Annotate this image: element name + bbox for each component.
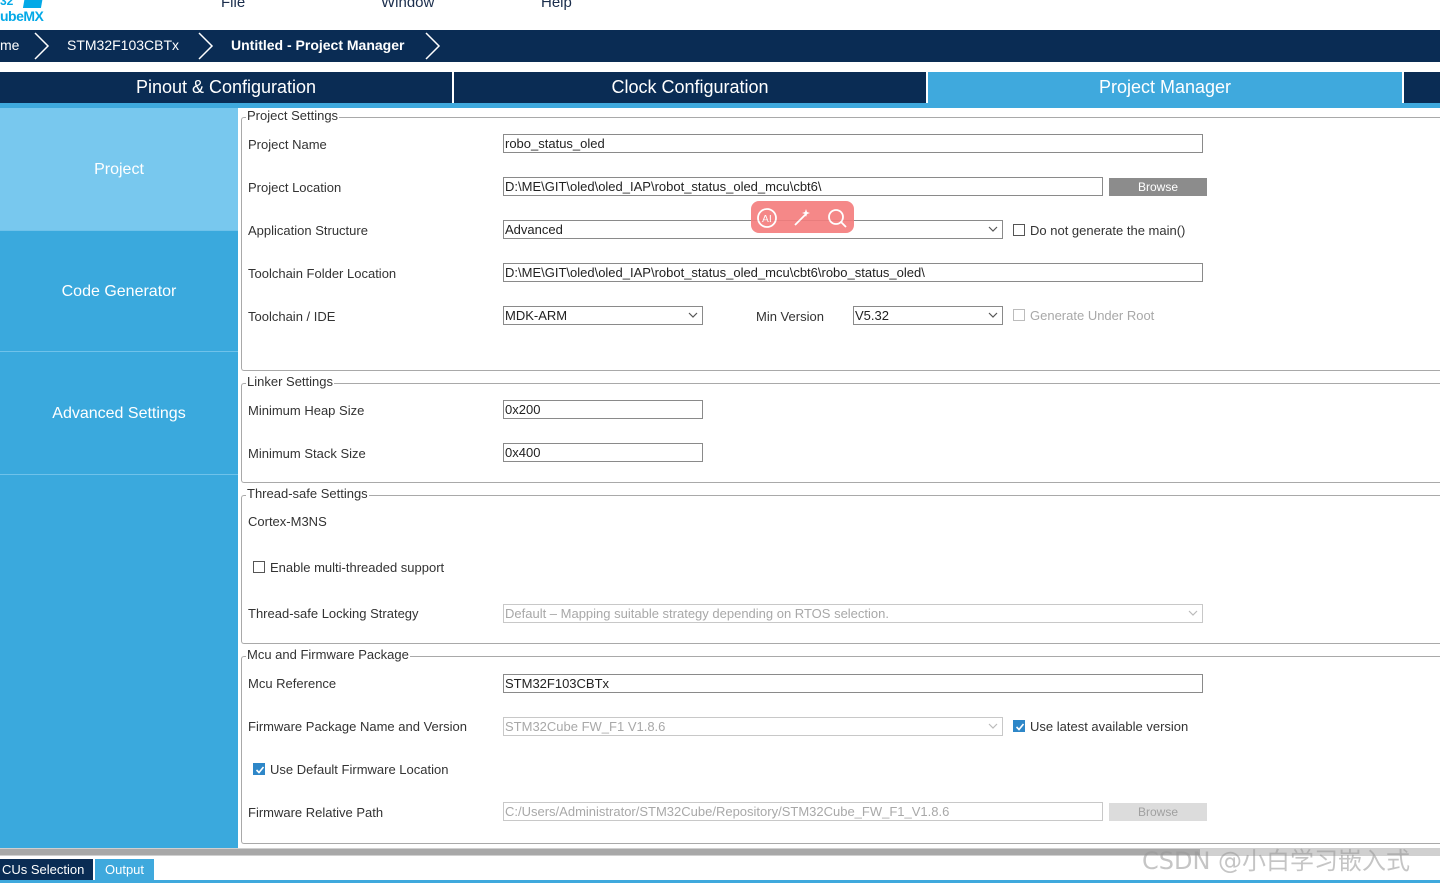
magic-wand-icon[interactable]: [791, 207, 813, 229]
project-name-input[interactable]: robo_status_oled: [503, 134, 1203, 153]
chevron-right-icon: [425, 32, 441, 60]
chevron-right-icon: [198, 32, 214, 60]
group-title: Linker Settings: [246, 374, 334, 389]
breadcrumb-current[interactable]: Untitled - Project Manager: [231, 30, 404, 62]
stm32cubemx-logo: 32 ubeMX: [0, 0, 46, 28]
use-latest-label: Use latest available version: [1030, 719, 1189, 734]
generate-under-root-label: Generate Under Root: [1030, 308, 1155, 323]
stack-size-input[interactable]: 0x400: [503, 443, 703, 462]
firmware-package-select[interactable]: STM32Cube FW_F1 V1.8.6: [503, 717, 1003, 736]
watermark: CSDN @小白学习嵌入式: [1142, 847, 1411, 875]
core-label: Cortex-M3NS: [248, 514, 327, 529]
browse-location-button[interactable]: Browse: [1109, 178, 1207, 196]
menu-window[interactable]: Window: [381, 0, 434, 11]
project-location-label: Project Location: [248, 180, 342, 195]
no-main-checkbox[interactable]: [1013, 224, 1025, 236]
project-settings-group: Project Settings: [241, 108, 1440, 371]
use-default-location-checkbox[interactable]: [253, 763, 265, 775]
checkmark-icon: [255, 766, 265, 774]
project-name-label: Project Name: [248, 137, 327, 152]
menu-help[interactable]: Help: [541, 0, 572, 11]
ai-icon[interactable]: AI: [756, 207, 778, 229]
app-structure-value: Advanced: [505, 222, 563, 237]
chevron-down-icon: [988, 312, 998, 318]
min-version-value: V5.32: [855, 308, 889, 323]
search-icon[interactable]: [826, 207, 848, 229]
breadcrumb: me STM32F103CBTx Untitled - Project Mana…: [0, 30, 1440, 62]
sidebar: Project Code Generator Advanced Settings: [0, 108, 238, 848]
sidebar-item-project[interactable]: Project: [0, 108, 238, 231]
min-version-select[interactable]: V5.32: [853, 306, 1003, 325]
firmware-package-value: STM32Cube FW_F1 V1.8.6: [505, 719, 666, 734]
scrollbar-thumb[interactable]: [0, 849, 1200, 855]
generate-under-root-checkbox[interactable]: [1013, 309, 1025, 321]
chevron-right-icon: [34, 32, 50, 60]
breadcrumb-home[interactable]: me: [0, 30, 19, 62]
chevron-down-icon: [988, 723, 998, 729]
multi-thread-checkbox[interactable]: [253, 561, 265, 573]
group-title: Project Settings: [246, 108, 340, 123]
app-structure-label: Application Structure: [248, 223, 368, 238]
toolchain-folder-input[interactable]: D:\ME\GIT\oled\oled_IAP\robot_status_ole…: [503, 263, 1203, 282]
project-location-input[interactable]: D:\ME\GIT\oled\oled_IAP\robot_status_ole…: [503, 177, 1103, 196]
linker-settings-group: Linker Settings: [241, 374, 1440, 483]
min-version-label: Min Version: [756, 309, 824, 324]
checkmark-icon: [1015, 723, 1025, 731]
locking-strategy-label: Thread-safe Locking Strategy: [248, 606, 419, 621]
sidebar-item-advanced-settings[interactable]: Advanced Settings: [0, 352, 238, 475]
tab-project-manager[interactable]: Project Manager: [928, 72, 1402, 103]
heap-size-input[interactable]: 0x200: [503, 400, 703, 419]
cube-icon: [22, 0, 44, 8]
locking-strategy-select[interactable]: Default – Mapping suitable strategy depe…: [503, 604, 1203, 623]
firmware-package-label: Firmware Package Name and Version: [248, 719, 467, 734]
menu-file[interactable]: File: [221, 0, 245, 11]
toolchain-ide-select[interactable]: MDK-ARM: [503, 306, 703, 325]
menu-bar: 32 ubeMX File Window Help: [0, 0, 1440, 30]
toolchain-ide-label: Toolchain / IDE: [248, 309, 336, 324]
mcu-reference-label: Mcu Reference: [248, 676, 337, 691]
relative-path-input[interactable]: C:/Users/Administrator/STM32Cube/Reposit…: [503, 802, 1103, 821]
locking-strategy-value: Default – Mapping suitable strategy depe…: [505, 606, 889, 621]
chevron-down-icon: [1188, 610, 1198, 616]
stack-size-label: Minimum Stack Size: [248, 446, 366, 461]
chevron-down-icon: [688, 312, 698, 318]
toolchain-folder-label: Toolchain Folder Location: [248, 266, 397, 281]
relative-path-label: Firmware Relative Path: [248, 805, 384, 820]
use-default-location-label: Use Default Firmware Location: [270, 762, 449, 777]
heap-size-label: Minimum Heap Size: [248, 403, 365, 418]
chevron-down-icon: [988, 226, 998, 232]
tab-separator: [1402, 72, 1404, 103]
tab-clock[interactable]: Clock Configuration: [454, 72, 926, 103]
group-title: Mcu and Firmware Package: [246, 647, 410, 662]
group-title: Thread-safe Settings: [246, 486, 369, 501]
floating-toolbar: AI: [751, 201, 854, 233]
use-latest-checkbox[interactable]: [1013, 720, 1025, 732]
mcu-reference-input[interactable]: STM32F103CBTx: [503, 674, 1203, 693]
tab-output[interactable]: Output: [95, 859, 154, 880]
main-tab-bar: Pinout & Configuration Clock Configurati…: [0, 72, 1440, 103]
browse-firmware-button[interactable]: Browse: [1109, 803, 1207, 821]
sidebar-item-code-generator[interactable]: Code Generator: [0, 231, 238, 352]
multi-thread-label: Enable multi-threaded support: [270, 560, 445, 575]
svg-text:AI: AI: [762, 214, 772, 225]
toolchain-ide-value: MDK-ARM: [505, 308, 568, 323]
no-main-label: Do not generate the main(): [1030, 223, 1186, 238]
tab-pinout[interactable]: Pinout & Configuration: [0, 72, 452, 103]
tab-mcus-selection[interactable]: CUs Selection: [0, 859, 93, 880]
breadcrumb-mcu[interactable]: STM32F103CBTx: [67, 30, 179, 62]
